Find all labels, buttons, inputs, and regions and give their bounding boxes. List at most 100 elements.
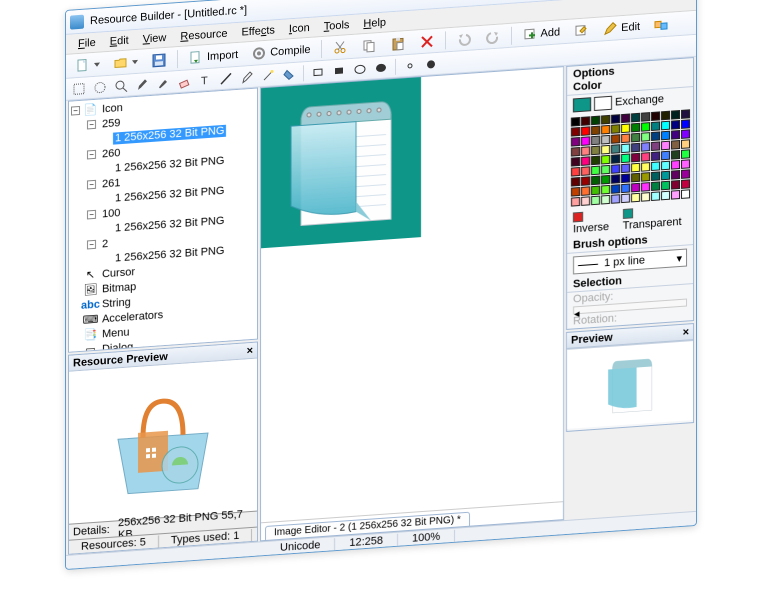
eraser-tool[interactable]: [175, 72, 193, 91]
menu-view[interactable]: View: [137, 30, 173, 46]
circle-large-tool[interactable]: [422, 54, 440, 73]
resource-swap-button[interactable]: [648, 14, 674, 36]
text-tool[interactable]: T: [196, 70, 214, 89]
palette-swatch[interactable]: [601, 185, 610, 195]
palette-swatch[interactable]: [641, 122, 650, 132]
palette-swatch[interactable]: [641, 182, 650, 192]
palette-swatch[interactable]: [631, 123, 640, 133]
zoom-tool[interactable]: [112, 76, 130, 95]
palette-swatch[interactable]: [571, 127, 580, 137]
palette-swatch[interactable]: [591, 176, 600, 186]
palette-swatch[interactable]: [591, 186, 600, 196]
cut-button[interactable]: [327, 36, 353, 58]
palette-swatch[interactable]: [611, 174, 620, 184]
select-ellipse-tool[interactable]: [91, 77, 109, 96]
palette-swatch[interactable]: [611, 114, 620, 124]
tree-string[interactable]: String: [100, 296, 133, 310]
wand-tool[interactable]: [259, 66, 277, 85]
redo-button[interactable]: [480, 26, 506, 48]
palette-swatch[interactable]: [591, 146, 600, 156]
inverse-box[interactable]: [573, 212, 583, 223]
delete-button[interactable]: [414, 30, 440, 52]
fill-tool[interactable]: [280, 64, 298, 83]
preview-close-button[interactable]: ×: [247, 344, 253, 356]
menu-tools[interactable]: Tools: [318, 17, 356, 34]
save-button[interactable]: [146, 49, 172, 71]
tree-2[interactable]: 2: [100, 237, 110, 250]
tree-259[interactable]: 259: [100, 116, 122, 130]
compile-button[interactable]: Compile: [246, 39, 315, 64]
palette-swatch[interactable]: [611, 164, 620, 174]
palette-swatch[interactable]: [651, 191, 660, 201]
palette-swatch[interactable]: [611, 154, 620, 164]
expand-icon[interactable]: −: [87, 150, 96, 160]
palette-swatch[interactable]: [681, 179, 690, 189]
open-button[interactable]: [108, 51, 143, 73]
expand-icon[interactable]: −: [87, 210, 96, 220]
palette-swatch[interactable]: [641, 152, 650, 162]
menu-help[interactable]: Help: [357, 15, 392, 31]
palette-swatch[interactable]: [641, 112, 650, 122]
exchange-label[interactable]: Exchange: [615, 93, 664, 108]
palette-swatch[interactable]: [591, 166, 600, 176]
palette-swatch[interactable]: [581, 116, 590, 126]
palette-swatch[interactable]: [641, 142, 650, 152]
palette-swatch[interactable]: [651, 181, 660, 191]
menu-resource[interactable]: Resource: [174, 26, 233, 44]
undo-button[interactable]: [451, 28, 477, 50]
palette-swatch[interactable]: [671, 130, 680, 140]
palette-swatch[interactable]: [661, 151, 670, 161]
palette-swatch[interactable]: [611, 144, 620, 154]
palette-swatch[interactable]: [681, 109, 690, 119]
palette-swatch[interactable]: [621, 193, 630, 203]
palette-swatch[interactable]: [671, 190, 680, 200]
menu-edit[interactable]: Edit: [104, 33, 135, 49]
palette-swatch[interactable]: [621, 163, 630, 173]
palette-swatch[interactable]: [651, 121, 660, 131]
palette-swatch[interactable]: [641, 162, 650, 172]
paste-button[interactable]: [385, 32, 411, 54]
palette-swatch[interactable]: [591, 116, 600, 126]
palette-swatch[interactable]: [611, 134, 620, 144]
tree-260[interactable]: 260: [100, 146, 122, 160]
palette-swatch[interactable]: [661, 171, 670, 181]
palette-swatch[interactable]: [601, 145, 610, 155]
palette-swatch[interactable]: [571, 187, 580, 197]
palette-swatch[interactable]: [571, 117, 580, 127]
palette-swatch[interactable]: [631, 143, 640, 153]
background-color[interactable]: [594, 96, 612, 111]
palette-swatch[interactable]: [591, 126, 600, 136]
expand-icon[interactable]: −: [87, 120, 96, 130]
menu-file[interactable]: File: [72, 35, 102, 51]
palette-swatch[interactable]: [581, 196, 590, 206]
palette-swatch[interactable]: [681, 129, 690, 139]
palette-swatch[interactable]: [571, 197, 580, 207]
palette-swatch[interactable]: [681, 119, 690, 129]
palette-swatch[interactable]: [581, 166, 590, 176]
foreground-color[interactable]: [573, 97, 591, 112]
transparent-box[interactable]: [623, 208, 633, 219]
new-button[interactable]: [70, 54, 105, 76]
line-tool[interactable]: [217, 69, 235, 88]
edit-resource-button[interactable]: [568, 19, 594, 41]
palette-swatch[interactable]: [661, 161, 670, 171]
ellipse-fill-tool[interactable]: [372, 58, 390, 77]
rect-outline-tool[interactable]: [309, 62, 327, 81]
canvas[interactable]: [261, 77, 421, 248]
palette-swatch[interactable]: [651, 141, 660, 151]
circle-small-tool[interactable]: [401, 56, 419, 75]
palette-swatch[interactable]: [641, 172, 650, 182]
tree-menu[interactable]: Menu: [100, 326, 132, 340]
palette-swatch[interactable]: [601, 175, 610, 185]
palette-swatch[interactable]: [651, 151, 660, 161]
palette-swatch[interactable]: [631, 183, 640, 193]
expand-icon[interactable]: −: [71, 106, 80, 116]
palette-swatch[interactable]: [651, 111, 660, 121]
palette-swatch[interactable]: [661, 121, 670, 131]
pencil-tool[interactable]: [133, 74, 151, 93]
palette-swatch[interactable]: [661, 181, 670, 191]
palette-swatch[interactable]: [661, 111, 670, 121]
palette-swatch[interactable]: [641, 132, 650, 142]
palette-swatch[interactable]: [611, 124, 620, 134]
tree-cursor[interactable]: Cursor: [100, 265, 137, 280]
